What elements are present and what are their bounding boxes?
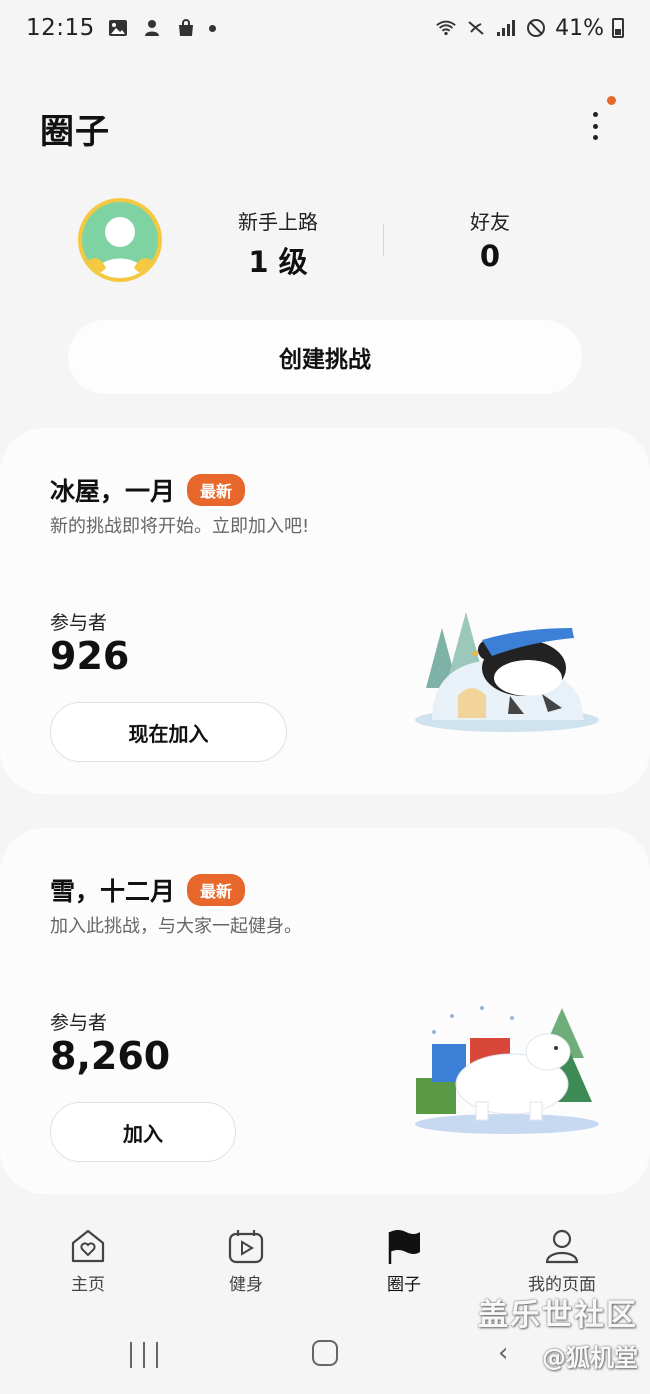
user-silhouette-icon <box>86 217 154 278</box>
shopping-bag-icon <box>175 17 197 39</box>
recent-bar-icon <box>156 1342 158 1368</box>
challenge-title: 雪，十二月 <box>50 877 176 906</box>
new-badge: 最新 <box>187 874 246 906</box>
header: 圈子 <box>0 96 650 160</box>
nav-fitness[interactable]: 健身 <box>186 1226 306 1295</box>
watermark-sub: @狐机堂 <box>542 1344 638 1372</box>
challenge-card[interactable]: 冰屋，一月 最新 新的挑战即将开始。立即加入吧! 参与者 926 现在加入 <box>0 428 650 794</box>
status-bar: 12:15 41% <box>0 0 650 56</box>
do-not-disturb-icon <box>525 17 547 39</box>
friends-label: 好友 <box>470 210 510 234</box>
participants-count: 8,260 <box>50 1034 171 1078</box>
stat-divider <box>383 224 384 256</box>
no-signal-call-icon <box>465 17 487 39</box>
more-options-button[interactable] <box>584 108 606 144</box>
participants-label: 参与者 <box>50 612 108 634</box>
wifi-icon <box>435 17 457 39</box>
home-heart-icon <box>71 1229 105 1263</box>
person-icon <box>545 1229 579 1264</box>
recent-apps-button[interactable] <box>130 1342 158 1368</box>
recent-bar-icon <box>130 1342 132 1368</box>
dot-icon <box>208 24 216 32</box>
battery-icon <box>612 18 624 38</box>
friends-stat[interactable]: 好友 0 <box>430 206 550 273</box>
challenge-subtitle: 新的挑战即将开始。立即加入吧! <box>50 516 310 537</box>
challenge-title-row: 雪，十二月 最新 <box>50 872 246 908</box>
challenge-card[interactable]: 雪，十二月 最新 加入此挑战，与大家一起健身。 参与者 8,260 加入 <box>0 828 650 1194</box>
friends-value: 0 <box>479 239 501 273</box>
home-button[interactable] <box>312 1340 338 1366</box>
signal-icon <box>495 17 517 39</box>
page-title: 圈子 <box>40 112 110 152</box>
watermark: 盖乐世社区 @狐机堂 <box>478 1290 638 1373</box>
polar-bear-gifts-illustration <box>415 1006 599 1134</box>
assistant-icon <box>141 17 163 39</box>
watermark-main: 盖乐世社区 <box>478 1298 638 1333</box>
battery-percent: 41% <box>555 15 604 41</box>
gallery-icon <box>107 17 129 39</box>
create-challenge-button[interactable]: 创建挑战 <box>68 320 582 394</box>
join-now-button[interactable]: 现在加入 <box>50 702 287 762</box>
challenge-subtitle: 加入此挑战，与大家一起健身。 <box>50 916 302 937</box>
avatar[interactable] <box>78 198 162 282</box>
more-dot-icon <box>592 112 598 117</box>
participants-label: 参与者 <box>50 1012 108 1034</box>
participants-count: 926 <box>50 634 130 678</box>
challenge-title-row: 冰屋，一月 最新 <box>50 472 246 508</box>
level-stat: 新手上路 1 级 <box>218 206 338 281</box>
recent-bar-icon <box>143 1342 145 1368</box>
notification-dot <box>607 96 616 105</box>
new-badge: 最新 <box>187 474 246 506</box>
nav-my-page[interactable]: 我的页面 <box>502 1226 622 1295</box>
nav-fitness-label: 健身 <box>229 1275 263 1295</box>
profile-summary: 新手上路 1 级 好友 0 <box>0 196 650 296</box>
igloo-penguin-illustration <box>415 612 599 732</box>
nav-circle-label: 圈子 <box>387 1275 421 1295</box>
fitness-play-icon <box>228 1230 264 1264</box>
challenge-title: 冰屋，一月 <box>50 477 176 506</box>
flag-icon <box>388 1230 420 1264</box>
level-value: 1 级 <box>248 245 308 279</box>
more-dot-icon <box>592 123 598 129</box>
nav-home[interactable]: 主页 <box>28 1226 148 1295</box>
status-time: 12:15 <box>26 15 95 41</box>
avatar-figure <box>82 202 158 278</box>
join-button[interactable]: 加入 <box>50 1102 236 1162</box>
nav-circle[interactable]: 圈子 <box>344 1226 464 1295</box>
nav-home-label: 主页 <box>71 1275 105 1295</box>
more-dot-icon <box>592 135 598 140</box>
level-label: 新手上路 <box>238 210 318 234</box>
